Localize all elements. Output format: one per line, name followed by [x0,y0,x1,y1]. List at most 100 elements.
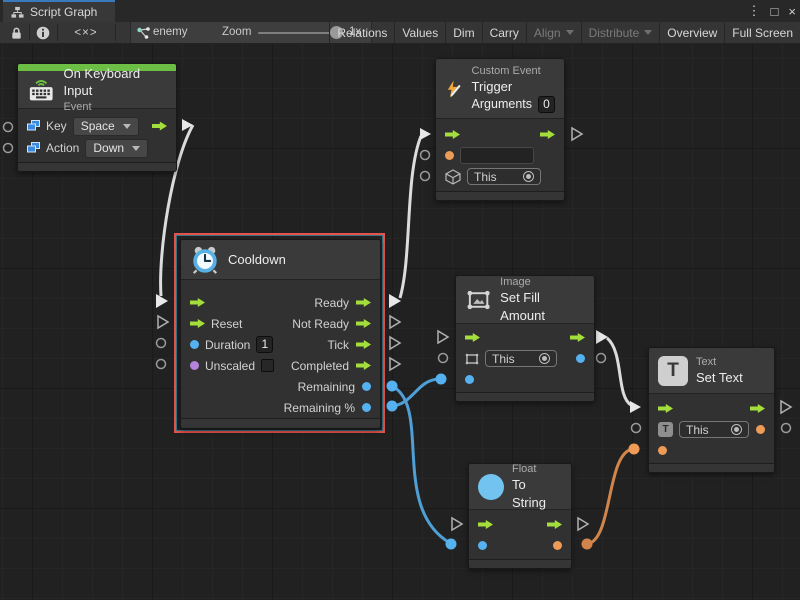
port-enter-arrow[interactable] [658,404,673,413]
dim-button[interactable]: Dim [445,22,481,43]
port-exit-arrow[interactable] [547,520,562,529]
distribute-button: Distribute [581,22,660,43]
node-title: On Keyboard Input [63,65,167,100]
info-button[interactable] [30,22,56,43]
node-on-keyboard-input[interactable]: On Keyboard Input Event Key Space [17,63,177,172]
graph-name-label: enemy [153,26,188,38]
port-remaining-dot[interactable] [362,382,371,391]
node-title: To String [512,476,562,511]
node-footer [469,559,571,568]
relations-button[interactable]: Relations [329,22,394,43]
node-category: Custom Event [472,64,555,78]
port-name-dot[interactable] [445,151,454,160]
node-title: Trigger [472,78,555,96]
port-fill-amount-dot[interactable] [465,375,474,384]
port-remainingpct-dot[interactable] [362,403,371,412]
code-view-button[interactable]: <×> [58,22,114,43]
fullscreen-button[interactable]: Full Screen [724,22,800,43]
arguments-value[interactable]: 0 [538,96,555,113]
node-title: Set Text [696,369,743,387]
lock-icon [10,26,23,40]
image-icon [465,288,492,312]
object-picker-icon[interactable] [731,424,742,435]
text-icon-small: T [658,422,673,437]
menu-icon[interactable]: ⋮ [748,3,761,19]
port-output-dot[interactable] [553,541,562,550]
node-trigger-custom-event[interactable]: Custom Event Trigger Arguments 0 [435,58,565,201]
node-to-string[interactable]: Float To String [468,463,572,569]
script-graph-window: Script Graph ⋮ □ × <×> [0,0,800,600]
object-picker-icon[interactable] [539,353,550,364]
input-field-icon [27,142,40,154]
port-enter-arrow[interactable] [465,333,480,342]
port-enter-arrow[interactable] [190,298,205,307]
port-exit-arrow[interactable] [570,333,585,342]
toolbar-separator [115,24,116,41]
remaining-label: Remaining [298,380,355,394]
object-picker-icon[interactable] [523,171,534,182]
duration-value[interactable]: 1 [256,336,273,353]
port-duration-dot[interactable] [190,340,199,349]
custom-event-icon [445,76,464,102]
port-enter-arrow[interactable] [445,130,460,139]
node-footer [649,463,774,472]
unscaled-label: Unscaled [205,359,255,373]
key-label: Key [46,119,67,133]
port-value-out-dot[interactable] [576,354,585,363]
port-trigger-arrow[interactable] [152,122,167,131]
duration-label: Duration [205,338,250,352]
carry-button[interactable]: Carry [482,22,526,43]
zoom-label: Zoom [222,26,251,38]
tab-title: Script Graph [30,5,97,19]
target-dropdown[interactable]: This [485,350,557,367]
lock-button[interactable] [6,22,26,43]
port-input-dot[interactable] [478,541,487,550]
port-completed-arrow[interactable] [356,361,371,370]
target-dropdown[interactable]: This [679,421,749,438]
port-exit-arrow[interactable] [540,130,555,139]
port-ready-arrow[interactable] [356,298,371,307]
ready-label: Ready [314,296,349,310]
tab-bar: Script Graph ⋮ □ × [0,0,800,22]
node-title: Cooldown [228,251,286,269]
port-text-in-dot[interactable] [658,446,667,455]
reset-label: Reset [211,317,242,331]
node-footer [181,418,380,427]
port-reset-arrow[interactable] [190,319,205,328]
node-category: Float [512,462,562,476]
action-dropdown[interactable]: Down [85,139,148,158]
node-footer [436,191,564,200]
port-exit-arrow[interactable] [750,404,765,413]
target-dropdown[interactable]: This [467,168,541,185]
overview-button[interactable]: Overview [659,22,724,43]
graph-toolbar: <×> enemy Zoom 1x Relations Values Dim C… [0,22,800,44]
port-unscaled-dot[interactable] [190,361,199,370]
tab-script-graph[interactable]: Script Graph [3,0,115,22]
port-tick-arrow[interactable] [356,340,371,349]
node-set-text[interactable]: T Text Set Text T This [648,347,775,473]
port-value-out-dot[interactable] [756,425,765,434]
key-dropdown[interactable]: Space [73,117,139,136]
port-notready-arrow[interactable] [356,319,371,328]
values-button[interactable]: Values [394,22,445,43]
not-ready-label: Not Ready [292,317,349,331]
node-set-fill-amount[interactable]: Image Set Fill Amount This [455,275,595,402]
node-category: Text [696,355,743,369]
window-controls: ⋮ □ × [748,0,796,22]
keyboard-icon [27,77,55,103]
chevron-down-icon [132,146,140,151]
maximize-icon[interactable]: □ [771,4,779,19]
node-cooldown[interactable]: Cooldown Ready Reset Not Ready Dur [180,239,381,429]
node-footer [456,392,594,401]
event-name-field[interactable] [460,147,534,164]
unscaled-checkbox[interactable] [261,359,274,372]
close-icon[interactable]: × [788,4,796,19]
alarm-clock-icon [190,245,220,275]
port-enter-arrow[interactable] [478,520,493,529]
code-icon: <×> [74,27,97,39]
graph-node-icon [135,22,151,43]
node-footer [18,162,176,171]
text-icon: T [658,356,688,386]
chevron-down-icon [566,30,574,35]
graph-tab-icon [11,6,24,19]
